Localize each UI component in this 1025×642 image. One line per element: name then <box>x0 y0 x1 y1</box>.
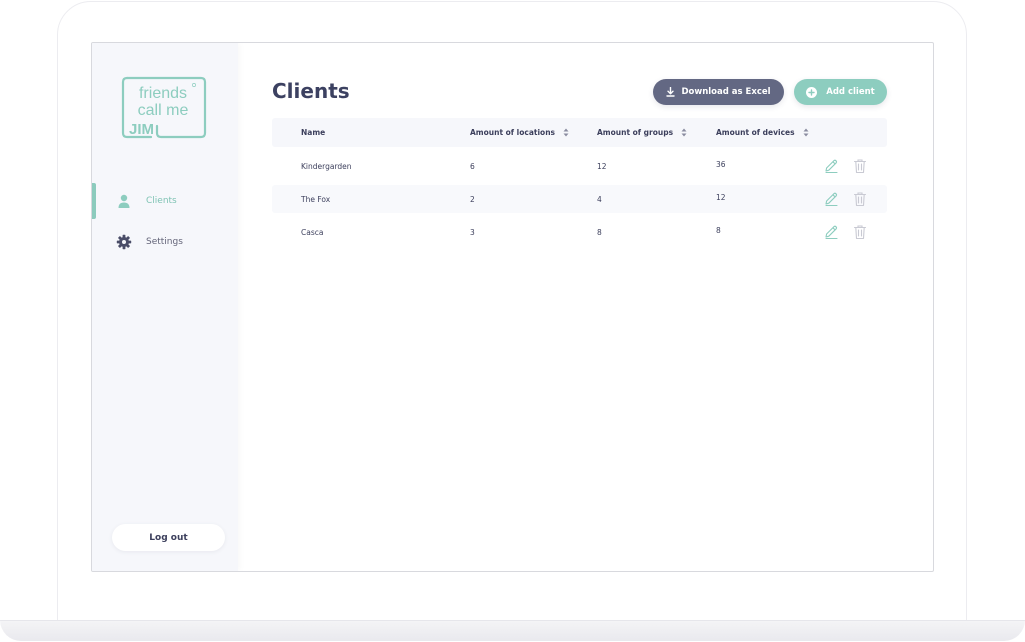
cell-devices: 8 <box>716 225 721 235</box>
cell-devices: 36 <box>716 159 726 169</box>
add-client-button[interactable]: Add client <box>794 79 887 105</box>
gear-icon <box>116 234 132 250</box>
plus-circle-icon <box>806 86 818 98</box>
table-header: Name Amount of locations Amount of group… <box>272 118 887 147</box>
laptop-base <box>0 620 1025 641</box>
table-row[interactable]: Kindergarden 6 12 36 <box>272 152 887 180</box>
trash-icon[interactable] <box>852 191 868 207</box>
add-client-label: Add client <box>826 87 875 97</box>
edit-pencil-icon[interactable] <box>823 224 839 240</box>
logo-text-friends: friends <box>139 85 187 102</box>
page-title: Clients <box>272 79 350 103</box>
cell-groups: 8 <box>597 227 602 237</box>
sort-icon[interactable] <box>563 128 569 137</box>
sidebar-item-settings[interactable]: Settings <box>92 224 238 260</box>
column-header-locations[interactable]: Amount of locations <box>470 118 569 147</box>
logo-text-jim: JIM <box>129 121 154 138</box>
cell-groups: 4 <box>597 194 602 204</box>
trash-icon[interactable] <box>852 158 868 174</box>
sidebar: friends call me JIM Clients Settings Log… <box>92 43 238 571</box>
cell-devices: 12 <box>716 192 726 202</box>
sidebar-item-label: Clients <box>146 196 177 206</box>
trash-icon[interactable] <box>852 224 868 240</box>
cell-locations: 3 <box>470 227 475 237</box>
cell-locations: 2 <box>470 194 475 204</box>
cell-name: Casca <box>301 227 324 237</box>
sort-icon[interactable] <box>681 128 687 137</box>
user-icon <box>118 194 130 208</box>
column-header-name: Name <box>301 128 326 137</box>
cell-groups: 12 <box>597 161 607 171</box>
cell-name: The Fox <box>301 194 331 204</box>
cell-name: Kindergarden <box>301 161 352 171</box>
column-header-groups[interactable]: Amount of groups <box>597 118 687 147</box>
sidebar-item-label: Settings <box>146 237 183 247</box>
table-row[interactable]: Casca 3 8 8 <box>272 218 887 246</box>
edit-pencil-icon[interactable] <box>823 158 839 174</box>
logout-button[interactable]: Log out <box>112 524 225 551</box>
clients-table: Name Amount of locations Amount of group… <box>272 118 887 246</box>
download-excel-button[interactable]: Download as Excel <box>653 79 784 105</box>
friends-call-me-jim-logo: friends call me JIM <box>121 76 207 139</box>
sidebar-item-clients[interactable]: Clients <box>92 183 238 219</box>
column-header-devices[interactable]: Amount of devices <box>716 118 809 147</box>
logo-text-call-me: call me <box>138 102 189 119</box>
download-excel-label: Download as Excel <box>681 87 771 97</box>
sort-icon[interactable] <box>803 128 809 137</box>
download-icon <box>666 87 676 97</box>
cell-locations: 6 <box>470 161 475 171</box>
table-row[interactable]: The Fox 2 4 12 <box>272 185 887 213</box>
app-screen: friends call me JIM Clients Settings Log… <box>91 42 934 572</box>
edit-pencil-icon[interactable] <box>823 191 839 207</box>
